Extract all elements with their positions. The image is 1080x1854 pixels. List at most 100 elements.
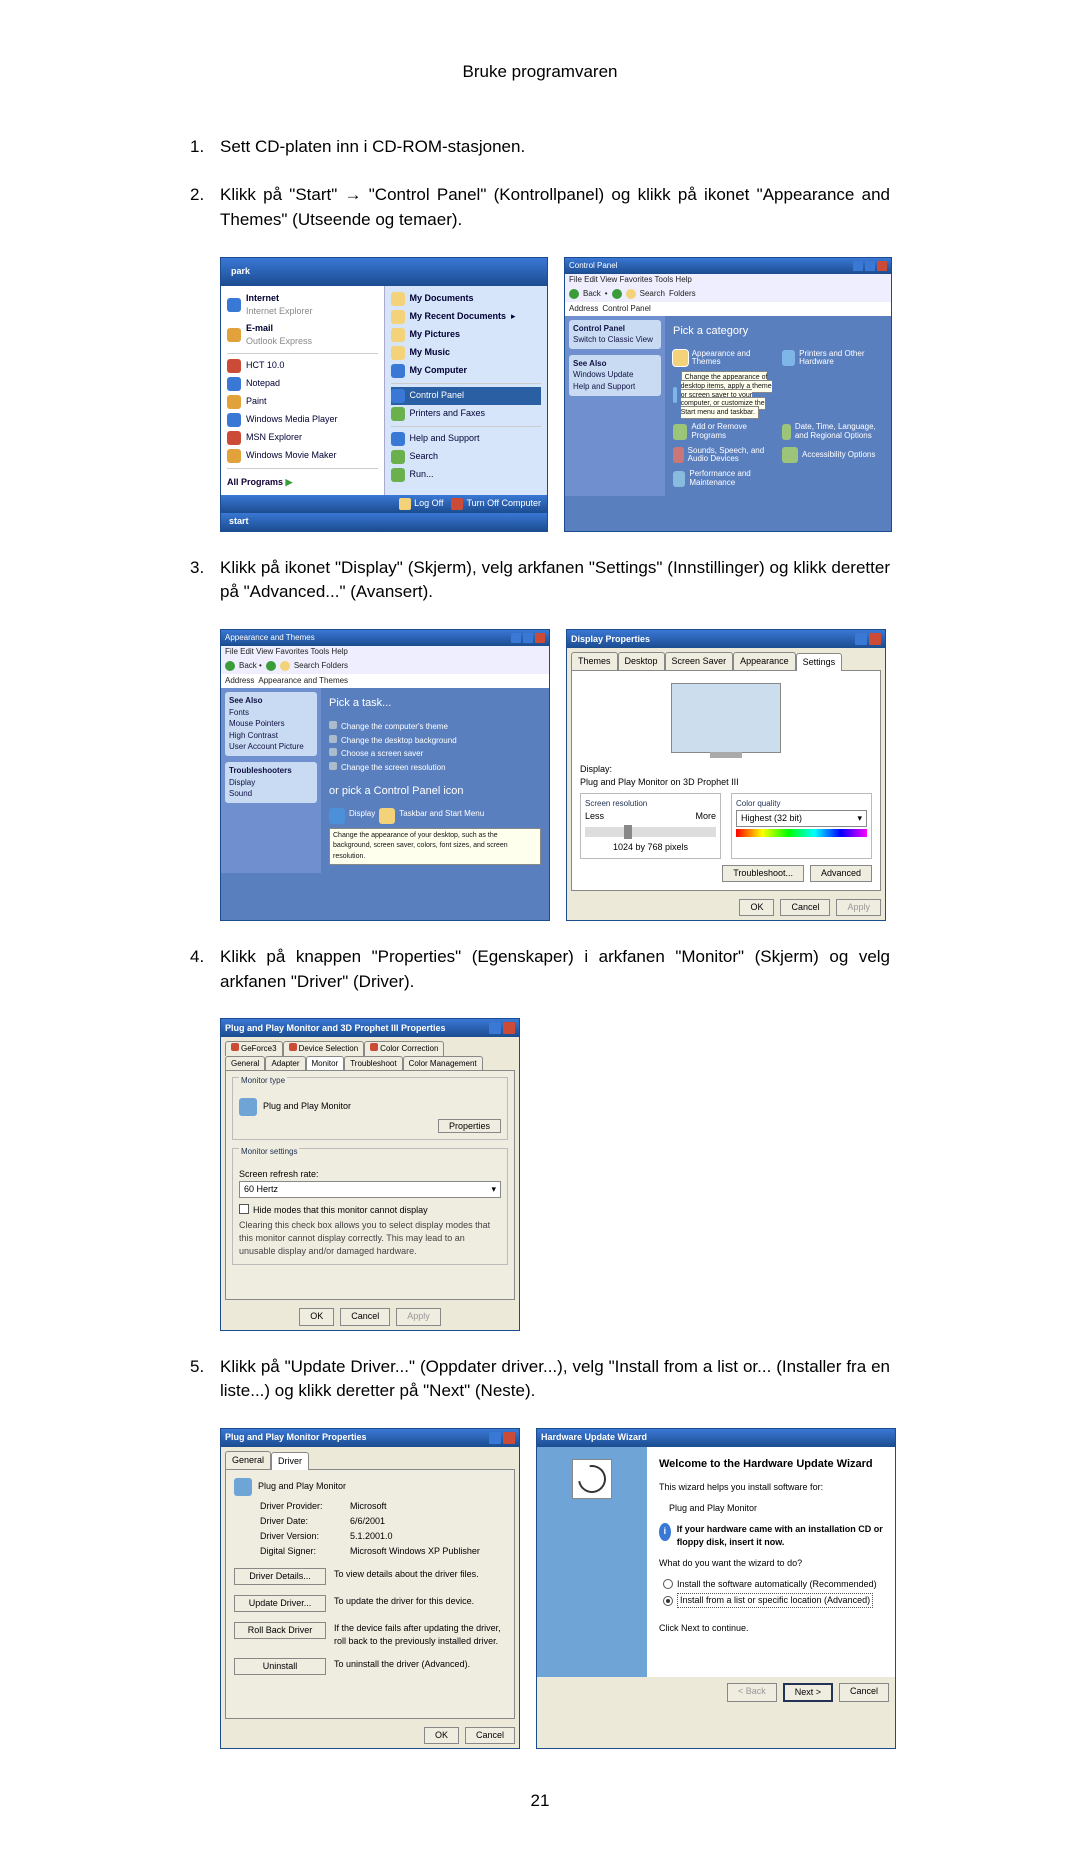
shutdown-button[interactable]: Turn Off Computer bbox=[451, 497, 541, 510]
tab-general[interactable]: General bbox=[225, 1056, 265, 1071]
sidebar-link[interactable]: Switch to Classic View bbox=[573, 335, 653, 344]
tab-colorc[interactable]: Color Correction bbox=[364, 1041, 444, 1056]
logoff-button[interactable]: Log Off bbox=[399, 497, 443, 510]
start-item-music[interactable]: My Music bbox=[391, 344, 542, 362]
rollback-driver-button[interactable]: Roll Back Driver bbox=[234, 1622, 326, 1639]
maximize-icon[interactable] bbox=[523, 633, 533, 643]
sidebar-link[interactable]: High Contrast bbox=[229, 731, 278, 740]
sidebar-link[interactable]: Display bbox=[229, 778, 255, 787]
up-icon[interactable] bbox=[280, 661, 290, 671]
back-icon[interactable] bbox=[569, 289, 579, 299]
cat-addremove[interactable]: Add or Remove Programs bbox=[673, 423, 774, 441]
icon-label[interactable]: Display bbox=[349, 808, 375, 820]
forward-icon[interactable] bbox=[612, 289, 622, 299]
start-item-paint[interactable]: Paint bbox=[227, 393, 378, 411]
sidebar-link[interactable]: Sound bbox=[229, 789, 252, 798]
close-icon[interactable] bbox=[877, 261, 887, 271]
address-bar[interactable]: Address Appearance and Themes bbox=[221, 674, 549, 688]
hide-modes-checkbox[interactable]: Hide modes that this monitor cannot disp… bbox=[239, 1204, 501, 1217]
tab-monitor[interactable]: Monitor bbox=[306, 1056, 345, 1071]
up-icon[interactable] bbox=[626, 289, 636, 299]
start-item-email[interactable]: E-mailOutlook Express bbox=[227, 320, 378, 350]
cancel-button[interactable]: Cancel bbox=[340, 1308, 390, 1325]
radio-list[interactable]: Install from a list or specific location… bbox=[663, 1593, 883, 1608]
driver-details-button[interactable]: Driver Details... bbox=[234, 1568, 326, 1585]
help-icon[interactable] bbox=[489, 1432, 501, 1444]
start-item-docs[interactable]: My Documents bbox=[391, 290, 542, 308]
maximize-icon[interactable] bbox=[865, 261, 875, 271]
start-item-computer[interactable]: My Computer bbox=[391, 362, 542, 380]
cat-network[interactable]: Change the appearance of desktop items, … bbox=[673, 373, 774, 417]
ok-button[interactable]: OK bbox=[739, 899, 774, 916]
start-item-run[interactable]: Run... bbox=[391, 466, 542, 484]
ok-button[interactable]: OK bbox=[424, 1727, 459, 1744]
minimize-icon[interactable] bbox=[511, 633, 521, 643]
cat-appearance[interactable]: Appearance and Themes bbox=[673, 350, 774, 368]
cat-region[interactable]: Date, Time, Language, and Regional Optio… bbox=[782, 423, 883, 441]
apply-button[interactable]: Apply bbox=[836, 899, 881, 916]
tab-screensaver[interactable]: Screen Saver bbox=[665, 652, 734, 670]
sidebar-link[interactable]: Mouse Pointers bbox=[229, 719, 285, 728]
start-item-internet[interactable]: InternetInternet Explorer bbox=[227, 290, 378, 320]
tab-adapter[interactable]: Adapter bbox=[265, 1056, 305, 1071]
taskbar-icon[interactable] bbox=[379, 808, 395, 824]
minimize-icon[interactable] bbox=[853, 261, 863, 271]
update-driver-button[interactable]: Update Driver... bbox=[234, 1595, 326, 1612]
back-button[interactable]: < Back bbox=[727, 1683, 777, 1702]
cat-sound[interactable]: Sounds, Speech, and Audio Devices bbox=[673, 447, 774, 465]
help-icon[interactable] bbox=[489, 1022, 501, 1034]
toolbar[interactable]: Back • Search Folders bbox=[221, 658, 549, 674]
menu-bar[interactable]: File Edit View Favorites Tools Help bbox=[221, 646, 549, 658]
cat-access[interactable]: Accessibility Options bbox=[782, 447, 883, 465]
task-link[interactable]: Change the computer's theme bbox=[329, 720, 541, 734]
start-item-msn[interactable]: MSN Explorer bbox=[227, 429, 378, 447]
task-link[interactable]: Choose a screen saver bbox=[329, 747, 541, 761]
tab-driver[interactable]: Driver bbox=[271, 1452, 309, 1470]
sidebar-link[interactable]: Help and Support bbox=[573, 382, 635, 391]
cat-printers[interactable]: Printers and Other Hardware bbox=[782, 350, 883, 368]
back-icon[interactable] bbox=[225, 661, 235, 671]
fwd-icon[interactable] bbox=[266, 661, 276, 671]
apply-button[interactable]: Apply bbox=[396, 1308, 441, 1325]
tab-themes[interactable]: Themes bbox=[571, 652, 618, 670]
icon-label[interactable]: Taskbar and Start Menu bbox=[399, 808, 484, 820]
cancel-button[interactable]: Cancel bbox=[780, 899, 830, 916]
menu-bar[interactable]: File Edit View Favorites Tools Help bbox=[565, 274, 891, 286]
sidebar-link[interactable]: Fonts bbox=[229, 708, 249, 717]
tab-geforce[interactable]: GeForce3 bbox=[225, 1041, 283, 1056]
close-icon[interactable] bbox=[869, 633, 881, 645]
cancel-button[interactable]: Cancel bbox=[465, 1727, 515, 1744]
close-icon[interactable] bbox=[535, 633, 545, 643]
close-icon[interactable] bbox=[503, 1432, 515, 1444]
tab-devsel[interactable]: Device Selection bbox=[283, 1041, 365, 1056]
advanced-button[interactable]: Advanced bbox=[810, 865, 872, 882]
ok-button[interactable]: OK bbox=[299, 1308, 334, 1325]
tab-desktop[interactable]: Desktop bbox=[618, 652, 665, 670]
refresh-rate-select[interactable]: 60 Hertz▾ bbox=[239, 1181, 501, 1198]
color-quality-select[interactable]: Highest (32 bit)▾ bbox=[736, 810, 867, 827]
start-item-help[interactable]: Help and Support bbox=[391, 430, 542, 448]
start-item-notepad[interactable]: Notepad bbox=[227, 375, 378, 393]
display-icon[interactable] bbox=[329, 808, 345, 824]
task-link[interactable]: Change the screen resolution bbox=[329, 761, 541, 775]
cancel-button[interactable]: Cancel bbox=[839, 1683, 889, 1702]
sidebar-link[interactable]: User Account Picture bbox=[229, 742, 304, 751]
tab-settings[interactable]: Settings bbox=[796, 653, 843, 671]
tab-general[interactable]: General bbox=[225, 1451, 271, 1469]
start-item-hct[interactable]: HCT 10.0 bbox=[227, 357, 378, 375]
next-button[interactable]: Next > bbox=[783, 1683, 833, 1702]
start-item-recent[interactable]: My Recent Documents ▸ bbox=[391, 308, 542, 326]
tab-appearance[interactable]: Appearance bbox=[733, 652, 796, 670]
start-item-wmp[interactable]: Windows Media Player bbox=[227, 411, 378, 429]
start-item-control-panel[interactable]: Control Panel bbox=[391, 387, 542, 405]
troubleshoot-button[interactable]: Troubleshoot... bbox=[722, 865, 804, 882]
tab-troubleshoot[interactable]: Troubleshoot bbox=[344, 1056, 402, 1071]
cat-perf[interactable]: Performance and Maintenance bbox=[673, 470, 774, 488]
start-item-search[interactable]: Search bbox=[391, 448, 542, 466]
toolbar[interactable]: Back • Search Folders bbox=[565, 286, 891, 302]
start-item-wmm[interactable]: Windows Movie Maker bbox=[227, 447, 378, 465]
start-item-pics[interactable]: My Pictures bbox=[391, 326, 542, 344]
uninstall-button[interactable]: Uninstall bbox=[234, 1658, 326, 1675]
address-bar[interactable]: Address Control Panel bbox=[565, 302, 891, 316]
start-button[interactable]: start bbox=[221, 513, 547, 531]
